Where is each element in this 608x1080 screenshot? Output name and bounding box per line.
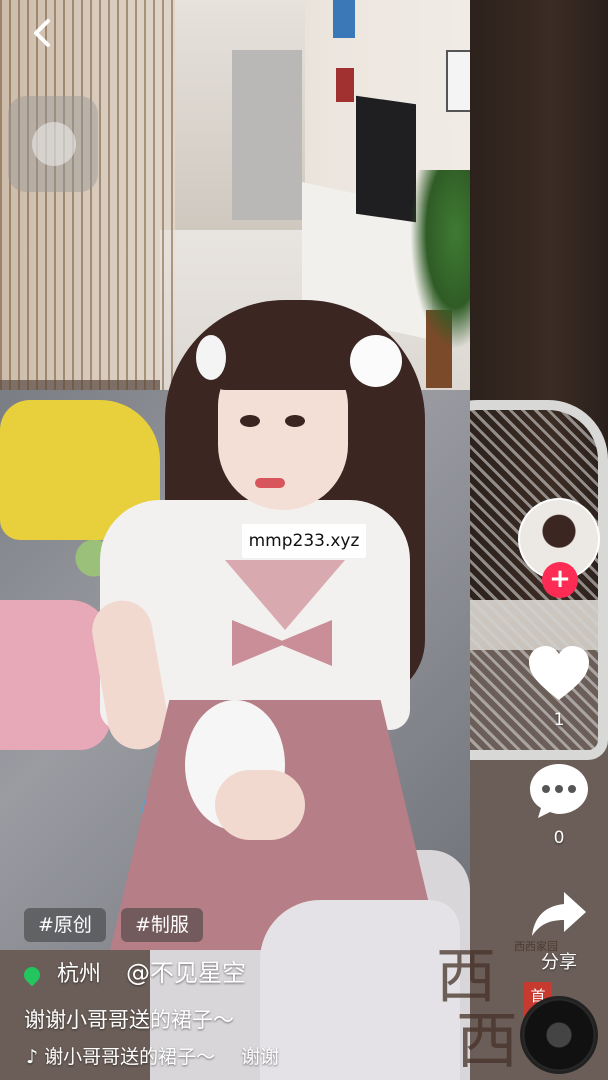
hashtag-list: #原创 #制服: [24, 908, 213, 942]
music-note-icon: ♪: [26, 1046, 39, 1068]
like-button[interactable]: 1: [518, 644, 600, 730]
person-leg: [260, 900, 460, 1080]
music-title: 谢小哥哥送的裙子～: [44, 1046, 216, 1068]
hair-pom: [350, 335, 402, 387]
plus-icon: +: [549, 564, 571, 594]
site-watermark: mmp233.xyz: [242, 524, 366, 558]
hair-pom: [196, 335, 226, 380]
follow-button[interactable]: +: [542, 562, 578, 598]
heart-icon: [529, 646, 589, 700]
location-author-line: 杭州 @不见星空: [20, 956, 246, 990]
person-eye: [240, 415, 260, 427]
music-disc[interactable]: [520, 996, 598, 1074]
back-button[interactable]: [30, 18, 54, 48]
person-eye: [285, 415, 305, 427]
person-lips: [255, 478, 285, 488]
location-pin-icon: [20, 963, 44, 987]
logo-small-text: 西西家园: [514, 940, 558, 953]
author-avatar-wrap[interactable]: +: [518, 498, 600, 598]
hashtag-chip[interactable]: #制服: [121, 908, 203, 942]
hashtag-chip[interactable]: #原创: [24, 908, 106, 942]
comment-button[interactable]: 0: [518, 762, 600, 848]
comment-count: 0: [553, 828, 565, 848]
location-label[interactable]: 杭州: [57, 962, 101, 987]
fridge: [232, 50, 302, 220]
back-arrow-icon: [34, 19, 50, 47]
author-name[interactable]: @不见星空: [126, 959, 246, 987]
comment-icon: [530, 764, 588, 818]
video-caption: 谢谢小哥哥送的裙子～: [24, 1008, 234, 1032]
music-extra: 谢谢: [241, 1046, 280, 1068]
wall-frame: [336, 68, 354, 102]
like-count: 1: [553, 710, 565, 730]
bead-curtain: [0, 0, 175, 390]
wall-frame: [333, 0, 355, 38]
floating-assistive-button[interactable]: [8, 96, 98, 192]
person-hand: [215, 770, 305, 840]
television: [356, 95, 416, 223]
person-bangs: [210, 320, 360, 390]
music-line[interactable]: ♪ 谢小哥哥送的裙子～ 谢谢: [26, 1042, 279, 1069]
logo-char: 西: [456, 1004, 519, 1077]
